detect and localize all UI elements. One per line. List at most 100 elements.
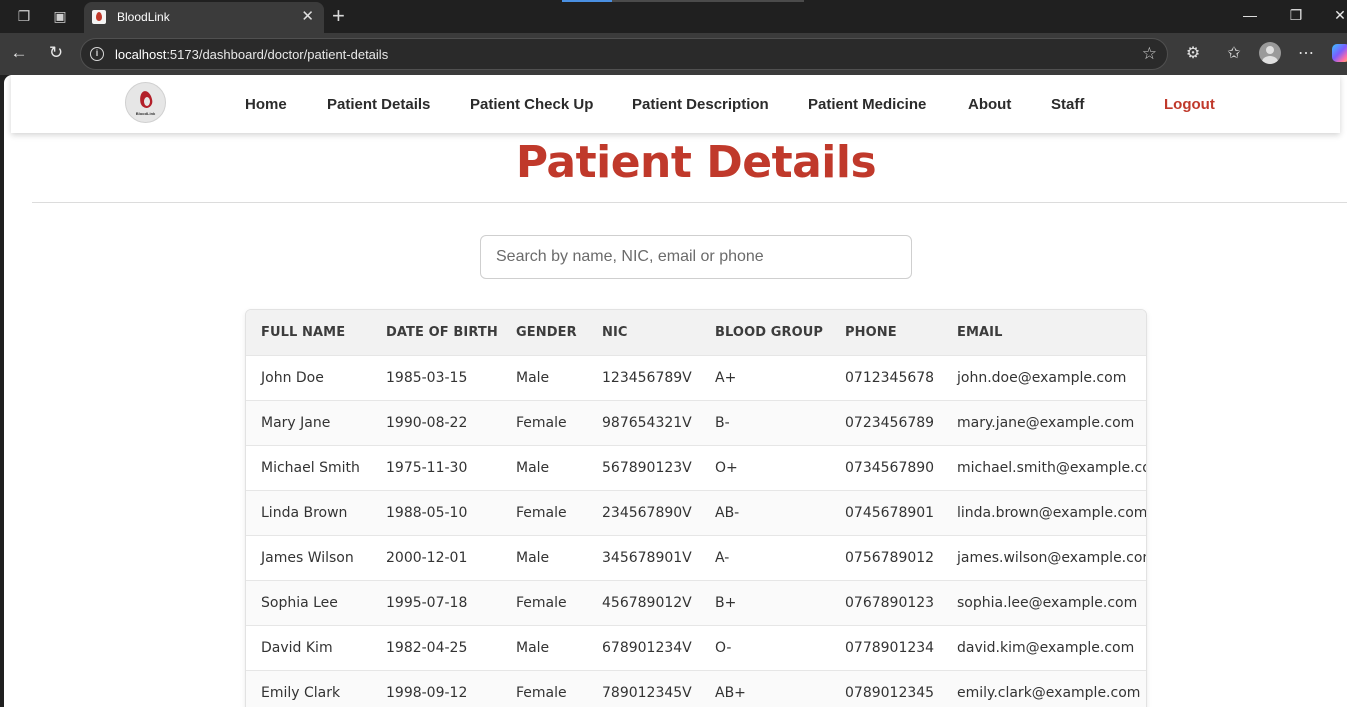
table-row[interactable]: Emily Clark 1998-09-12 Female 789012345V… — [246, 669, 1146, 707]
nav-patient-description[interactable]: Patient Description — [632, 96, 769, 113]
restore-icon[interactable]: ❐ — [1286, 7, 1306, 24]
cell-nic: 123456789V — [587, 354, 700, 400]
profile-avatar-icon[interactable] — [1259, 42, 1281, 64]
cell-gender: Male — [501, 534, 587, 580]
header-email[interactable]: EMAIL — [942, 310, 1146, 355]
logo-text: BloodLink — [135, 111, 156, 116]
nav-about[interactable]: About — [968, 96, 1011, 113]
cell-nic: 234567890V — [587, 489, 700, 535]
cell-nic: 789012345V — [587, 669, 700, 707]
cell-full-name: Sophia Lee — [246, 579, 371, 625]
bloodlink-logo[interactable]: BloodLink — [125, 82, 166, 123]
back-icon[interactable]: ← — [8, 43, 30, 63]
cell-gender: Male — [501, 624, 587, 670]
table-row[interactable]: John Doe 1985-03-15 Male 123456789V A+ 0… — [246, 354, 1146, 400]
cell-nic: 678901234V — [587, 624, 700, 670]
cell-email: emily.clark@example.com — [942, 669, 1146, 707]
nav-home[interactable]: Home — [245, 96, 287, 113]
cell-full-name: David Kim — [246, 624, 371, 670]
cell-gender: Female — [501, 669, 587, 707]
cell-blood-group: O+ — [700, 444, 830, 490]
cell-gender: Female — [501, 579, 587, 625]
cell-full-name: Mary Jane — [246, 399, 371, 445]
logout-button[interactable]: Logout — [1164, 96, 1215, 113]
nav-patient-medicine[interactable]: Patient Medicine — [808, 96, 926, 113]
header-gender[interactable]: GENDER — [501, 310, 587, 355]
table-row[interactable]: David Kim 1982-04-25 Male 678901234V O- … — [246, 624, 1146, 670]
reload-icon[interactable]: ↻ — [45, 43, 67, 63]
favicon-icon — [92, 10, 106, 24]
close-tab-icon[interactable]: ✕ — [301, 7, 314, 25]
cell-email: sophia.lee@example.com — [942, 579, 1146, 625]
cell-date-of-birth: 1988-05-10 — [371, 489, 501, 535]
browser-tab-bar: ❐ ▣ BloodLink ✕ + — ❐ ✕ — [0, 0, 1347, 33]
page-viewport: BloodLink Home Patient Details Patient C… — [4, 75, 1347, 707]
search-input[interactable] — [480, 235, 912, 279]
cell-nic: 567890123V — [587, 444, 700, 490]
new-tab-icon[interactable]: + — [332, 3, 345, 29]
cell-date-of-birth: 1982-04-25 — [371, 624, 501, 670]
address-bar[interactable]: i localhost:5173/dashboard/doctor/patien… — [80, 38, 1168, 70]
favorite-star-icon[interactable]: ☆ — [1142, 44, 1157, 64]
nav-patient-check-up[interactable]: Patient Check Up — [470, 96, 593, 113]
cell-phone: 0789012345 — [830, 669, 942, 707]
header-phone[interactable]: PHONE — [830, 310, 942, 355]
cell-full-name: Linda Brown — [246, 489, 371, 535]
cell-date-of-birth: 1998-09-12 — [371, 669, 501, 707]
cell-gender: Female — [501, 489, 587, 535]
table-row[interactable]: Sophia Lee 1995-07-18 Female 456789012V … — [246, 579, 1146, 625]
cell-blood-group: B+ — [700, 579, 830, 625]
cell-email: mary.jane@example.com — [942, 399, 1146, 445]
cell-phone: 0745678901 — [830, 489, 942, 535]
title-divider — [32, 202, 1347, 203]
table-row[interactable]: Linda Brown 1988-05-10 Female 234567890V… — [246, 489, 1146, 535]
header-full-name[interactable]: FULL NAME — [246, 310, 371, 355]
cell-blood-group: AB- — [700, 489, 830, 535]
site-navbar: BloodLink Home Patient Details Patient C… — [11, 75, 1340, 133]
tab-title: BloodLink — [117, 10, 170, 24]
cell-phone: 0767890123 — [830, 579, 942, 625]
extensions-icon[interactable]: ⚙ — [1182, 43, 1204, 63]
header-blood-group[interactable]: BLOOD GROUP — [700, 310, 830, 355]
tab-strip-indicator — [562, 0, 612, 2]
cell-date-of-birth: 1990-08-22 — [371, 399, 501, 445]
cell-phone: 0734567890 — [830, 444, 942, 490]
cell-date-of-birth: 2000-12-01 — [371, 534, 501, 580]
minimize-icon[interactable]: — — [1240, 7, 1260, 23]
cell-nic: 987654321V — [587, 399, 700, 445]
cell-phone: 0756789012 — [830, 534, 942, 580]
patients-table: FULL NAME DATE OF BIRTH GENDER NIC BLOOD… — [245, 309, 1147, 707]
cell-phone: 0723456789 — [830, 399, 942, 445]
header-date-of-birth[interactable]: DATE OF BIRTH — [371, 310, 501, 355]
nav-staff[interactable]: Staff — [1051, 96, 1084, 113]
cell-gender: Male — [501, 354, 587, 400]
copilot-icon[interactable] — [1332, 44, 1347, 62]
table-row[interactable]: Michael Smith 1975-11-30 Male 567890123V… — [246, 444, 1146, 490]
cell-email: john.doe@example.com — [942, 354, 1146, 400]
more-menu-icon[interactable]: ⋯ — [1295, 43, 1317, 63]
cell-nic: 456789012V — [587, 579, 700, 625]
nav-patient-details[interactable]: Patient Details — [327, 96, 430, 113]
cell-gender: Female — [501, 399, 587, 445]
header-nic[interactable]: NIC — [587, 310, 700, 355]
cell-date-of-birth: 1985-03-15 — [371, 354, 501, 400]
cell-full-name: Michael Smith — [246, 444, 371, 490]
favorites-icon[interactable]: ✩ — [1223, 43, 1245, 63]
cell-full-name: John Doe — [246, 354, 371, 400]
browser-tab[interactable]: BloodLink ✕ — [84, 2, 324, 33]
cell-date-of-birth: 1995-07-18 — [371, 579, 501, 625]
table-header-row: FULL NAME DATE OF BIRTH GENDER NIC BLOOD… — [246, 310, 1146, 355]
cell-date-of-birth: 1975-11-30 — [371, 444, 501, 490]
tab-actions-icon[interactable]: ▣ — [51, 7, 69, 25]
tab-strip-indicator-2 — [612, 0, 804, 2]
cell-blood-group: B- — [700, 399, 830, 445]
close-window-icon[interactable]: ✕ — [1330, 7, 1347, 24]
workspaces-icon[interactable]: ❐ — [15, 7, 33, 25]
table-row[interactable]: Mary Jane 1990-08-22 Female 987654321V B… — [246, 399, 1146, 445]
cell-email: linda.brown@example.com — [942, 489, 1146, 535]
site-info-icon[interactable]: i — [90, 47, 104, 61]
cell-blood-group: AB+ — [700, 669, 830, 707]
cell-email: david.kim@example.com — [942, 624, 1146, 670]
table-row[interactable]: James Wilson 2000-12-01 Male 345678901V … — [246, 534, 1146, 580]
browser-toolbar: ← ↻ i localhost:5173/dashboard/doctor/pa… — [0, 33, 1347, 75]
